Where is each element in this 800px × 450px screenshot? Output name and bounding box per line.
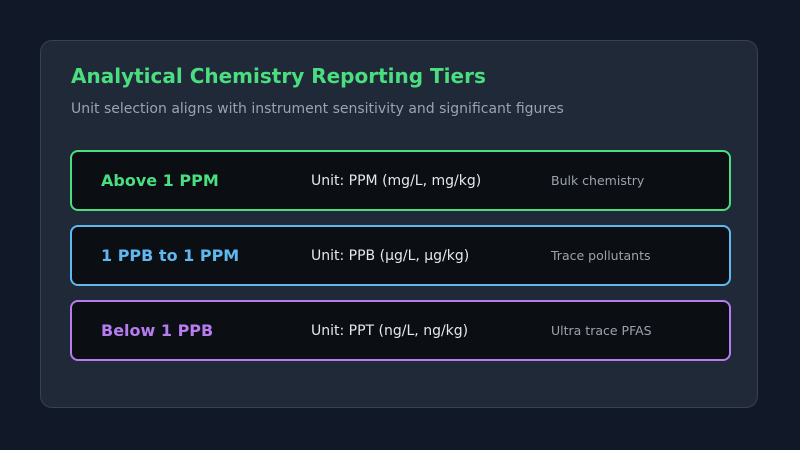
page-title: Analytical Chemistry Reporting Tiers xyxy=(71,64,486,88)
tier-unit: Unit: PPT (ng/L, ng/kg) xyxy=(311,322,469,339)
tier-row-ppm: Above 1 PPM Unit: PPM (mg/L, mg/kg) Bulk… xyxy=(70,150,731,211)
tier-row-ppt: Below 1 PPB Unit: PPT (ng/L, ng/kg) Ultr… xyxy=(70,300,731,361)
tier-use: Ultra trace PFAS xyxy=(551,323,652,338)
tier-row-ppb: 1 PPB to 1 PPM Unit: PPB (µg/L, µg/kg) T… xyxy=(70,225,731,286)
tier-use: Trace pollutants xyxy=(551,248,651,263)
tier-unit: Unit: PPM (mg/L, mg/kg) xyxy=(311,172,482,189)
tier-range: Below 1 PPB xyxy=(101,321,214,340)
page-subtitle: Unit selection aligns with instrument se… xyxy=(71,101,564,117)
tier-range: Above 1 PPM xyxy=(101,171,219,190)
tier-range: 1 PPB to 1 PPM xyxy=(101,246,240,265)
tiers-card: Analytical Chemistry Reporting Tiers Uni… xyxy=(40,40,758,408)
tier-use: Bulk chemistry xyxy=(551,173,645,188)
tier-unit: Unit: PPB (µg/L, µg/kg) xyxy=(311,247,470,264)
